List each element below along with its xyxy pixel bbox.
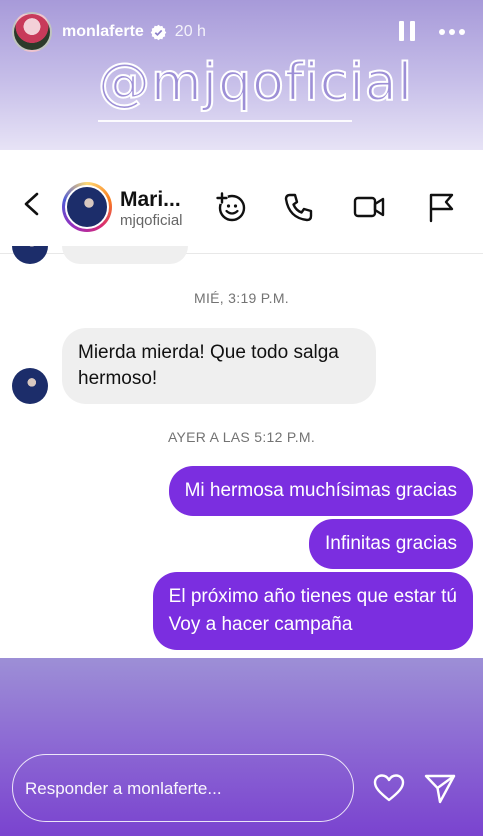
- message-timestamp: AYER A LAS 5:12 P.M.: [167, 429, 316, 445]
- contact-avatar[interactable]: [62, 182, 112, 232]
- message-incoming[interactable]: Mierda mierda! Que todo salga hermoso!: [62, 328, 376, 404]
- message-outgoing[interactable]: Infinitas gracias: [308, 519, 473, 569]
- back-arrow-icon[interactable]: [18, 190, 46, 218]
- story-username[interactable]: monlaferte: [62, 23, 144, 41]
- video-icon[interactable]: [352, 190, 386, 224]
- story-top-area: monlaferte 20 h @mjqoficial: [0, 0, 483, 150]
- verified-badge-icon: [150, 24, 167, 40]
- dm-header: Mari... mjqoficial: [0, 150, 483, 254]
- dm-screenshot: Mari... mjqoficial MIÉ, 3:19 P.M. Mierda…: [0, 150, 483, 658]
- message-bubble-partial: [62, 246, 188, 264]
- story-avatar[interactable]: [12, 12, 52, 52]
- flag-icon[interactable]: [424, 190, 458, 224]
- heart-icon[interactable]: [372, 772, 406, 804]
- pause-icon[interactable]: [399, 21, 415, 43]
- phone-icon[interactable]: [282, 190, 316, 224]
- story-bottom-area: Responder a monlaferte...: [0, 658, 483, 836]
- message-line: Voy a hacer campaña: [168, 614, 353, 635]
- message-timestamp: MIÉ, 3:19 P.M.: [194, 290, 289, 306]
- more-icon[interactable]: [439, 29, 465, 35]
- emoji-add-icon[interactable]: [214, 190, 248, 224]
- message-outgoing[interactable]: El próximo año tienes que estar tú Voy a…: [152, 572, 473, 650]
- contact-name[interactable]: Mari...: [120, 188, 181, 212]
- contact-handle: mjqoficial: [120, 212, 183, 229]
- story-timestamp: 20 h: [174, 23, 206, 40]
- avatar[interactable]: [12, 368, 48, 404]
- avatar: [12, 246, 48, 264]
- message-outgoing[interactable]: Mi hermosa muchísimas gracias: [168, 466, 473, 516]
- story-controls: [399, 21, 471, 43]
- message-line: El próximo año tienes que estar tú: [168, 586, 457, 607]
- reply-input[interactable]: Responder a monlaferte...: [12, 754, 354, 822]
- send-icon[interactable]: [422, 770, 458, 806]
- story-header: monlaferte 20 h: [0, 10, 483, 54]
- mention-sticker[interactable]: @mjqoficial: [97, 52, 413, 122]
